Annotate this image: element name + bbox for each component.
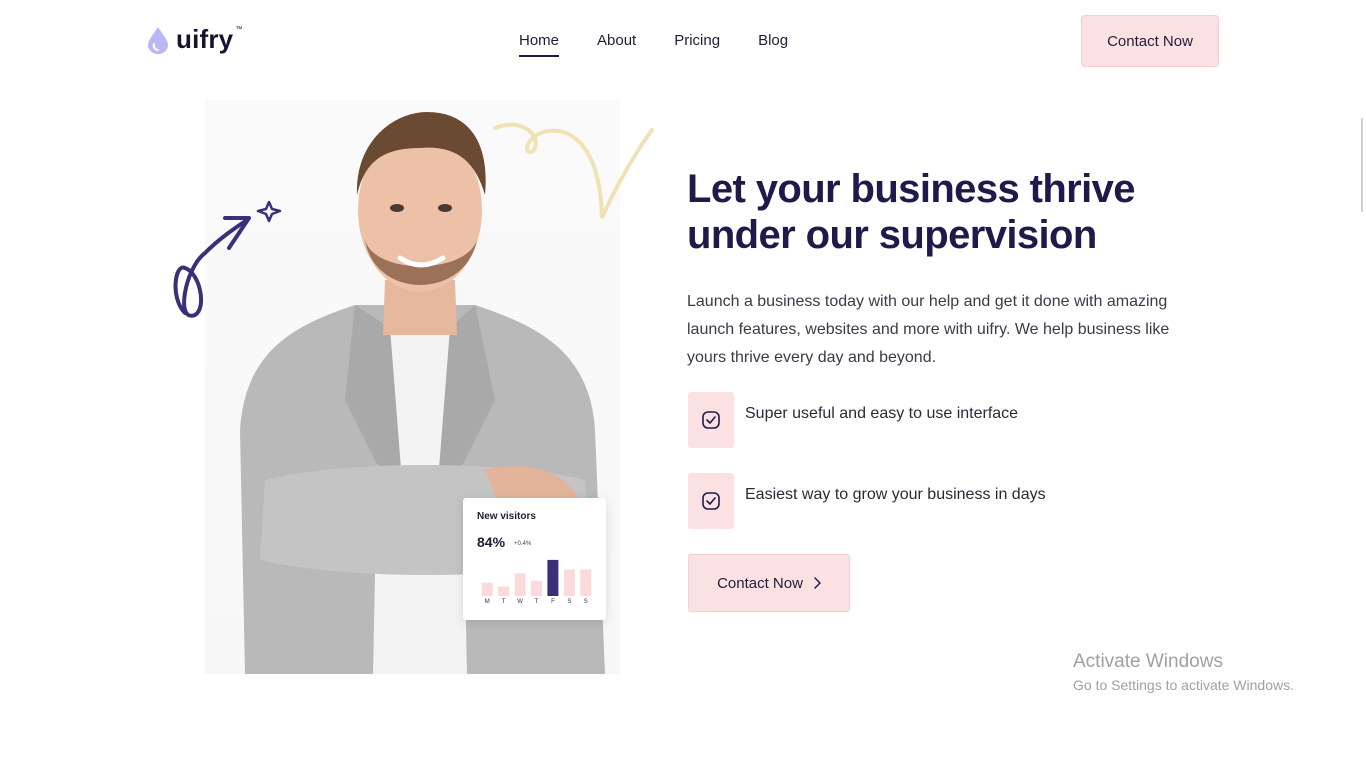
feature-item: Easiest way to grow your business in day… — [688, 473, 1046, 529]
nav-blog[interactable]: Blog — [758, 32, 788, 57]
nav-about[interactable]: About — [597, 32, 636, 57]
card-value: 84% — [477, 534, 506, 550]
day-label: T — [501, 599, 506, 605]
day-label: F — [551, 599, 555, 605]
day-label: M — [484, 599, 490, 605]
nav-pricing[interactable]: Pricing — [674, 32, 720, 57]
visitors-bar — [531, 580, 542, 596]
watermark-subtitle: Go to Settings to activate Windows. — [1073, 677, 1294, 693]
feature-text: Super useful and easy to use interface — [745, 405, 1019, 422]
feature-item: Super useful and easy to use interface — [688, 392, 1018, 448]
card-delta: +0.4% — [514, 541, 532, 547]
visitors-bar — [563, 569, 575, 596]
checkbox-icon — [688, 392, 734, 448]
nav-home[interactable]: Home — [519, 32, 560, 57]
visitors-bar-chart — [481, 559, 592, 596]
windows-activation-watermark: Activate Windows Go to Settings to activ… — [1073, 651, 1294, 693]
day-label: S — [583, 599, 588, 605]
new-visitors-card: New visitors 84% +0.4% M T W T F S S — [463, 498, 606, 620]
visitors-bar — [481, 582, 493, 596]
brand-name: uifry — [176, 24, 234, 54]
drop-icon — [148, 26, 168, 54]
visitors-bar — [498, 586, 510, 596]
squiggle-doodle-icon — [493, 122, 654, 219]
visitors-bar — [580, 569, 592, 596]
brand-trademark: ™ — [235, 26, 243, 33]
checkbox-icon — [688, 473, 734, 529]
main-nav: Home About Pricing Blog — [519, 32, 826, 57]
visitors-bar — [547, 559, 559, 596]
card-title: New visitors — [477, 511, 536, 522]
day-label: S — [567, 599, 572, 605]
scrollbar-thumb[interactable] — [1361, 118, 1363, 212]
hero-title: Let your business thrive under our super… — [687, 167, 1136, 257]
chevron-right-icon — [814, 577, 821, 589]
brand-logo[interactable]: uifry ™ — [146, 24, 246, 55]
day-label: W — [517, 599, 523, 605]
feature-text: Easiest way to grow your business in day… — [745, 486, 1046, 503]
hero-description: Launch a business today with our help an… — [687, 293, 1170, 366]
header-contact-button[interactable]: Contact Now — [1081, 15, 1219, 67]
day-label: T — [534, 599, 539, 605]
watermark-title: Activate Windows — [1073, 651, 1223, 672]
hero-contact-button[interactable]: Contact Now — [688, 554, 850, 612]
arrow-doodle-icon — [173, 200, 282, 318]
hero-contact-label: Contact Now — [717, 574, 803, 592]
visitors-bar — [514, 573, 526, 596]
